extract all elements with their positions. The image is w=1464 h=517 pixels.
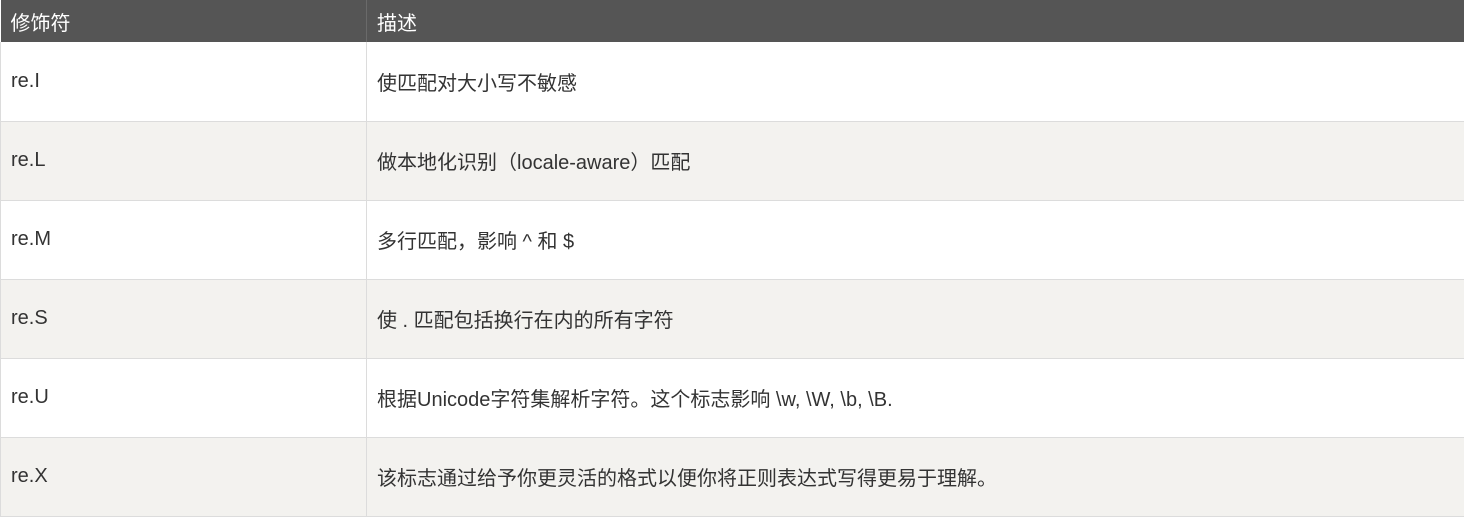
modifier-cell: re.L — [1, 121, 367, 200]
modifier-table: 修饰符 描述 re.I 使匹配对大小写不敏感 re.L 做本地化识别（local… — [0, 0, 1464, 517]
table-row: re.M 多行匹配，影响 ^ 和 $ — [1, 200, 1464, 279]
description-cell: 使匹配对大小写不敏感 — [367, 42, 1464, 121]
table-row: re.S 使 . 匹配包括换行在内的所有字符 — [1, 279, 1464, 358]
description-cell: 该标志通过给予你更灵活的格式以便你将正则表达式写得更易于理解。 — [367, 437, 1464, 516]
table-header: 修饰符 描述 — [1, 0, 1464, 42]
header-description: 描述 — [367, 0, 1464, 42]
table-row: re.L 做本地化识别（locale-aware）匹配 — [1, 121, 1464, 200]
table-row: re.U 根据Unicode字符集解析字符。这个标志影响 \w, \W, \b,… — [1, 358, 1464, 437]
modifier-cell: re.I — [1, 42, 367, 121]
header-row: 修饰符 描述 — [1, 0, 1464, 42]
modifier-cell: re.X — [1, 437, 367, 516]
description-cell: 做本地化识别（locale-aware）匹配 — [367, 121, 1464, 200]
header-modifier: 修饰符 — [1, 0, 367, 42]
description-cell: 使 . 匹配包括换行在内的所有字符 — [367, 279, 1464, 358]
modifier-cell: re.M — [1, 200, 367, 279]
table-body: re.I 使匹配对大小写不敏感 re.L 做本地化识别（locale-aware… — [1, 42, 1464, 516]
modifier-cell: re.S — [1, 279, 367, 358]
table-row: re.I 使匹配对大小写不敏感 — [1, 42, 1464, 121]
description-cell: 根据Unicode字符集解析字符。这个标志影响 \w, \W, \b, \B. — [367, 358, 1464, 437]
table-row: re.X 该标志通过给予你更灵活的格式以便你将正则表达式写得更易于理解。 — [1, 437, 1464, 516]
description-cell: 多行匹配，影响 ^ 和 $ — [367, 200, 1464, 279]
modifier-cell: re.U — [1, 358, 367, 437]
